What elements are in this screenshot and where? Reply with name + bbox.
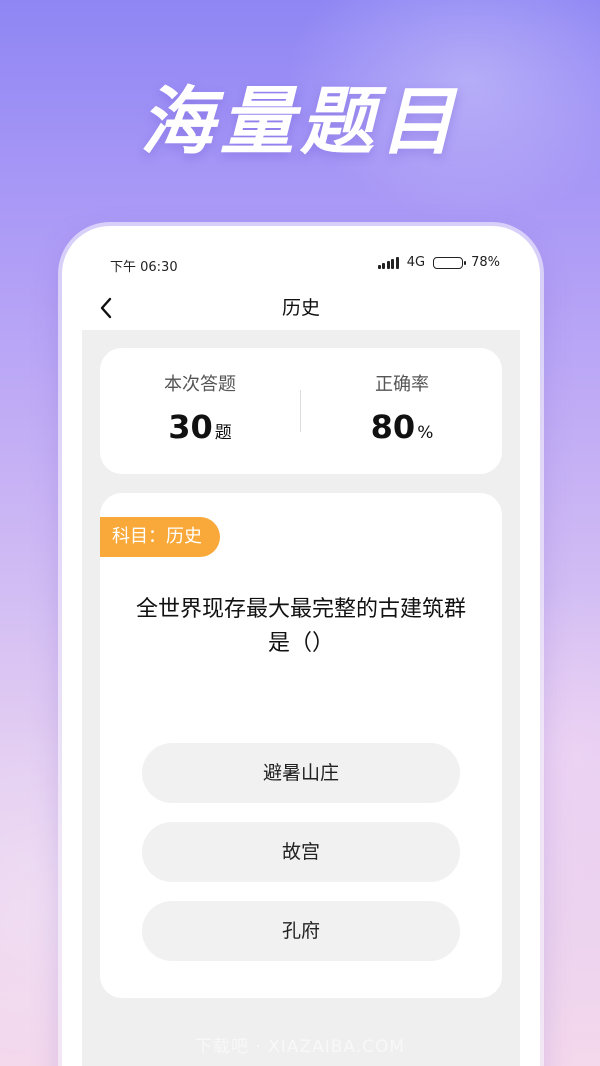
accuracy-label: 正确率 — [375, 374, 429, 395]
accuracy-stat: 正确率 80% — [302, 348, 502, 474]
watermark: 下载吧 · XIAZAIBA.COM — [194, 1037, 406, 1057]
status-indicators: 4G 78% — [377, 255, 500, 270]
accuracy-value-row: 80% — [302, 408, 502, 446]
signal-icon — [377, 256, 399, 269]
answered-stat: 本次答题 30 题 — [100, 348, 300, 474]
nav-bar: 历史 — [62, 286, 540, 330]
stats-divider — [300, 390, 301, 432]
answer-option-1[interactable]: 避暑山庄 — [142, 743, 460, 803]
answered-value-row: 30 题 — [100, 408, 300, 446]
accuracy-unit: % — [417, 423, 434, 443]
chevron-left-icon — [100, 297, 112, 319]
back-button[interactable] — [92, 294, 120, 322]
page-title: 历史 — [281, 297, 320, 319]
status-time: 下午 06:30 — [110, 260, 178, 275]
promo-headline: 海量题目 — [140, 79, 460, 165]
network-type: 4G — [406, 255, 426, 270]
battery-percent: 78% — [471, 255, 500, 270]
answered-value: 30 — [168, 408, 213, 446]
subject-tag: 科目：历史 — [100, 517, 220, 557]
answer-option-2[interactable]: 故宫 — [142, 822, 460, 882]
content-area: 本次答题 30 题 正确率 80% 科目：历史 全世界现存最大最完整的古建筑群是（… — [82, 330, 520, 1066]
question-card: 科目：历史 全世界现存最大最完整的古建筑群是（） 避暑山庄 故宫 孔府 — [100, 493, 502, 998]
question-text: 全世界现存最大最完整的古建筑群是（） — [135, 597, 466, 656]
stats-card: 本次答题 30 题 正确率 80% — [100, 348, 502, 474]
battery-icon — [433, 256, 467, 269]
answer-option-3[interactable]: 孔府 — [142, 901, 460, 961]
status-bar: 下午 06:30 4G 78% — [62, 252, 540, 276]
phone-frame: 下午 06:30 4G 78% 历史 本次答题 30 题 正确率 80 % 科目… — [62, 226, 540, 1066]
accuracy-value: 80 — [370, 408, 416, 446]
answered-label: 本次答题 — [164, 374, 236, 395]
answered-unit: 题 — [214, 423, 232, 443]
